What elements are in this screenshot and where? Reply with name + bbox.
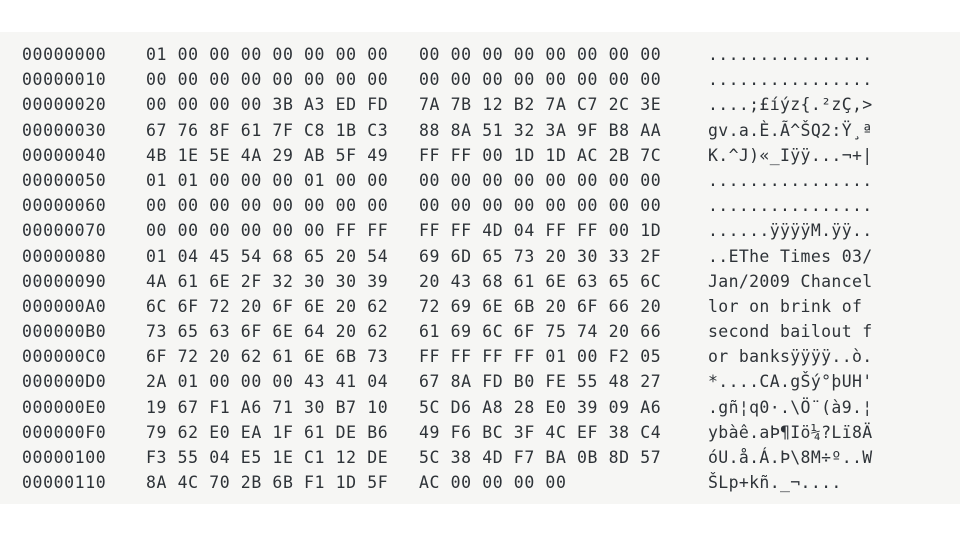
hex-row[interactable]: 00000050 01 01 00 00 00 01 00 00 00 00 00 … <box>0 168 960 193</box>
hex-bytes-group-left[interactable]: 8A 4C 70 2B 6B F1 1D 5F <box>128 470 401 495</box>
hex-bytes-group-right[interactable]: 5C D6 A8 28 E0 39 09 A6 <box>401 395 674 420</box>
hex-row[interactable]: 00000070 00 00 00 00 00 00 FF FF FF FF 4D … <box>0 218 960 243</box>
hex-bytes-group-right[interactable]: 61 69 6C 6F 75 74 20 66 <box>401 319 674 344</box>
ascii-column[interactable]: ................ <box>674 193 873 218</box>
row-offset: 000000F0 <box>22 422 107 442</box>
hex-row[interactable]: 000000A0 6C 6F 72 20 6F 6E 20 62 72 69 6E … <box>0 294 960 319</box>
hex-row-list: 00000000 01 00 00 00 00 00 00 00 00 00 00 … <box>0 32 960 495</box>
hex-row[interactable]: 00000080 01 04 45 54 68 65 20 54 69 6D 65 … <box>0 244 960 269</box>
hex-row[interactable]: 000000F0 79 62 E0 EA 1F 61 DE B6 49 F6 BC … <box>0 420 960 445</box>
hex-bytes-group-right[interactable]: 20 43 68 61 6E 63 65 6C <box>401 269 674 294</box>
row-offset: 00000020 <box>22 95 107 115</box>
hex-bytes-group-left[interactable]: 4B 1E 5E 4A 29 AB 5F 49 <box>128 143 401 168</box>
ascii-column[interactable]: ................ <box>674 67 873 92</box>
row-offset: 00000080 <box>22 246 107 266</box>
hex-bytes-group-left[interactable]: 2A 01 00 00 00 43 41 04 <box>128 369 401 394</box>
hex-bytes-group-left[interactable]: 4A 61 6E 2F 32 30 30 39 <box>128 269 401 294</box>
row-offset: 00000110 <box>22 473 107 493</box>
hex-bytes-group-left[interactable]: 67 76 8F 61 7F C8 1B C3 <box>128 118 401 143</box>
row-offset: 00000050 <box>22 170 107 190</box>
hex-bytes-group-right[interactable]: 88 8A 51 32 3A 9F B8 AA <box>401 118 674 143</box>
row-offset: 00000090 <box>22 271 107 291</box>
ascii-column[interactable]: gv.a.È.Ã^ŠQ2:Ÿ¸ª <box>674 118 873 143</box>
row-offset: 00000010 <box>22 70 107 90</box>
ascii-column[interactable]: or banksÿÿÿÿ..ò. <box>674 344 873 369</box>
hex-bytes-group-left[interactable]: 00 00 00 00 00 00 00 00 <box>128 67 401 92</box>
hex-bytes-group-right[interactable]: 7A 7B 12 B2 7A C7 2C 3E <box>401 92 674 117</box>
hex-row[interactable]: 000000D0 2A 01 00 00 00 43 41 04 67 8A FD … <box>0 369 960 394</box>
hex-bytes-group-left[interactable]: 00 00 00 00 3B A3 ED FD <box>128 92 401 117</box>
row-offset: 000000C0 <box>22 347 107 367</box>
ascii-column[interactable]: ......ÿÿÿÿM.ÿÿ.. <box>674 218 873 243</box>
ascii-column[interactable]: Jan/2009 Chancel <box>674 269 873 294</box>
row-offset: 00000060 <box>22 196 107 216</box>
hex-bytes-group-left[interactable]: 01 01 00 00 00 01 00 00 <box>128 168 401 193</box>
hex-bytes-group-left[interactable]: 79 62 E0 EA 1F 61 DE B6 <box>128 420 401 445</box>
hex-row[interactable]: 00000110 8A 4C 70 2B 6B F1 1D 5F AC 00 00 … <box>0 470 960 495</box>
ascii-column[interactable]: ................ <box>674 168 873 193</box>
hex-bytes-group-left[interactable]: 00 00 00 00 00 00 00 00 <box>128 193 401 218</box>
ascii-column[interactable]: óU.å.Á.Þ\8M÷º..W <box>674 445 873 470</box>
hex-bytes-group-left[interactable]: 01 04 45 54 68 65 20 54 <box>128 244 401 269</box>
hex-row[interactable]: 000000E0 19 67 F1 A6 71 30 B7 10 5C D6 A8 … <box>0 395 960 420</box>
hex-viewer: 00000000 01 00 00 00 00 00 00 00 00 00 00 … <box>0 0 960 541</box>
hex-bytes-group-right[interactable]: AC 00 00 00 00 <box>401 470 674 495</box>
ascii-column[interactable]: lor on brink of <box>674 294 873 319</box>
hex-row[interactable]: 00000010 00 00 00 00 00 00 00 00 00 00 00 … <box>0 67 960 92</box>
hex-row[interactable]: 00000020 00 00 00 00 3B A3 ED FD 7A 7B 12 … <box>0 92 960 117</box>
hex-bytes-group-right[interactable]: 00 00 00 00 00 00 00 00 <box>401 67 674 92</box>
ascii-column[interactable]: ..EThe Times 03/ <box>674 244 873 269</box>
ascii-column[interactable]: .gñ¦q0·.\Ö¨(à9.¦ <box>674 395 873 420</box>
ascii-column[interactable]: second bailout f <box>674 319 873 344</box>
row-offset: 000000D0 <box>22 372 107 392</box>
hex-bytes-group-left[interactable]: F3 55 04 E5 1E C1 12 DE <box>128 445 401 470</box>
ascii-column[interactable]: ŠLp+kñ._¬.... <box>674 470 842 495</box>
row-offset: 000000A0 <box>22 296 107 316</box>
hex-bytes-group-right[interactable]: FF FF 4D 04 FF FF 00 1D <box>401 218 674 243</box>
hex-row[interactable]: 000000B0 73 65 63 6F 6E 64 20 62 61 69 6C … <box>0 319 960 344</box>
hex-bytes-group-right[interactable]: 00 00 00 00 00 00 00 00 <box>401 42 674 67</box>
hex-dump-pane[interactable]: 00000000 01 00 00 00 00 00 00 00 00 00 00 … <box>0 32 960 504</box>
hex-row[interactable]: 00000000 01 00 00 00 00 00 00 00 00 00 00 … <box>0 42 960 67</box>
hex-bytes-group-right[interactable]: 67 8A FD B0 FE 55 48 27 <box>401 369 674 394</box>
ascii-column[interactable]: K.^J)«_Iÿÿ...¬+| <box>674 143 873 168</box>
hex-bytes-group-left[interactable]: 6C 6F 72 20 6F 6E 20 62 <box>128 294 401 319</box>
row-offset: 000000B0 <box>22 322 107 342</box>
hex-bytes-group-left[interactable]: 00 00 00 00 00 00 FF FF <box>128 218 401 243</box>
hex-row[interactable]: 00000100 F3 55 04 E5 1E C1 12 DE 5C 38 4D … <box>0 445 960 470</box>
hex-bytes-group-right[interactable]: 00 00 00 00 00 00 00 00 <box>401 193 674 218</box>
ascii-column[interactable]: ................ <box>674 42 873 67</box>
row-offset: 000000E0 <box>22 397 107 417</box>
row-offset: 00000070 <box>22 221 107 241</box>
ascii-column[interactable]: ybàê.aÞ¶Iö¼?Lï8Ä <box>674 420 873 445</box>
hex-bytes-group-right[interactable]: FF FF FF FF 01 00 F2 05 <box>401 344 674 369</box>
hex-row[interactable]: 00000030 67 76 8F 61 7F C8 1B C3 88 8A 51 … <box>0 118 960 143</box>
hex-bytes-group-right[interactable]: 72 69 6E 6B 20 6F 66 20 <box>401 294 674 319</box>
hex-bytes-group-right[interactable]: 5C 38 4D F7 BA 0B 8D 57 <box>401 445 674 470</box>
hex-row[interactable]: 00000090 4A 61 6E 2F 32 30 30 39 20 43 68 … <box>0 269 960 294</box>
hex-bytes-group-right[interactable]: FF FF 00 1D 1D AC 2B 7C <box>401 143 674 168</box>
hex-row[interactable]: 00000040 4B 1E 5E 4A 29 AB 5F 49 FF FF 00 … <box>0 143 960 168</box>
row-offset: 00000000 <box>22 45 107 64</box>
hex-bytes-group-right[interactable]: 69 6D 65 73 20 30 33 2F <box>401 244 674 269</box>
hex-bytes-group-left[interactable]: 01 00 00 00 00 00 00 00 <box>128 42 401 67</box>
row-offset: 00000100 <box>22 448 107 467</box>
hex-bytes-group-left[interactable]: 6F 72 20 62 61 6E 6B 73 <box>128 344 401 369</box>
ascii-column[interactable]: *....CA.gŠý°þUH' <box>674 369 873 394</box>
hex-row[interactable]: 000000C0 6F 72 20 62 61 6E 6B 73 FF FF FF … <box>0 344 960 369</box>
hex-bytes-group-right[interactable]: 49 F6 BC 3F 4C EF 38 C4 <box>401 420 674 445</box>
hex-bytes-group-left[interactable]: 73 65 63 6F 6E 64 20 62 <box>128 319 401 344</box>
hex-row[interactable]: 00000060 00 00 00 00 00 00 00 00 00 00 00 … <box>0 193 960 218</box>
hex-bytes-group-right[interactable]: 00 00 00 00 00 00 00 00 <box>401 168 674 193</box>
hex-bytes-group-left[interactable]: 19 67 F1 A6 71 30 B7 10 <box>128 395 401 420</box>
ascii-column[interactable]: ....;£íýz{.²zÇ,> <box>674 92 873 117</box>
row-offset: 00000040 <box>22 145 107 165</box>
row-offset: 00000030 <box>22 120 107 140</box>
